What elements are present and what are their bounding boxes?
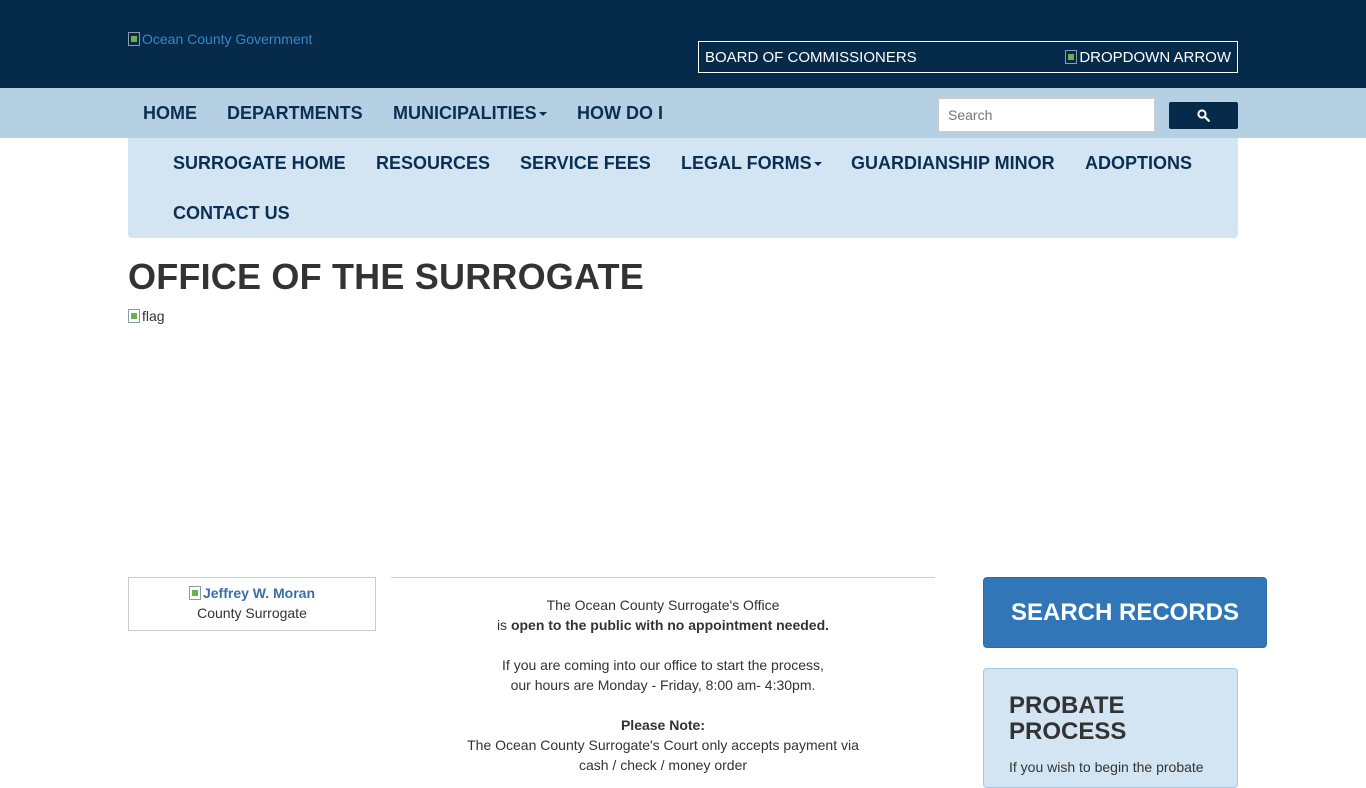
broken-image-icon [188, 586, 201, 600]
info-line: cash / check / money order [578, 757, 748, 773]
subnav-item-legal-forms[interactable]: LEGAL FORMS [681, 138, 822, 188]
nav-item-label: MUNICIPALITIES [393, 103, 537, 123]
nav-item-how-do-i[interactable]: HOW DO I [577, 88, 663, 138]
logo-alt-text: Ocean County Government [142, 31, 313, 47]
subnav-item-label: ADOPTIONS [1085, 153, 1193, 173]
subnav-item-label: CONTACT US [173, 203, 290, 223]
nav-item-label: DEPARTMENTS [227, 103, 363, 123]
search-records-button[interactable]: SEARCH RECORDS [983, 577, 1267, 648]
probate-process-panel: PROBATE PROCESS If you wish to begin the… [983, 668, 1238, 788]
broken-image-icon [128, 32, 140, 46]
probate-title: PROBATE PROCESS [1009, 692, 1127, 745]
probate-text: If you wish to begin the probate [1009, 759, 1204, 775]
info-line-prefix: is [496, 617, 511, 633]
surrogate-photo-link[interactable]: Jeffrey W. Moran [129, 585, 375, 601]
subnav-item-label: LEGAL FORMS [681, 153, 812, 173]
dropdown-arrow-image: DROPDOWN ARROW [1065, 49, 1231, 66]
board-of-commissioners-dropdown[interactable]: BOARD OF COMMISSIONERS DROPDOWN ARROW [698, 41, 1238, 73]
search-button[interactable] [1169, 102, 1238, 129]
info-line: our hours are Monday - Friday, 8:00 am- … [510, 677, 816, 693]
note-label-text: Please Note: [620, 717, 706, 733]
nav-item-label: HOME [143, 103, 197, 123]
main-navigation: HOME DEPARTMENTS MUNICIPALITIES HOW DO I [0, 88, 1366, 138]
office-info-text: The Ocean County Surrogate's Office is o… [391, 595, 935, 775]
subnav-item-service-fees[interactable]: SERVICE FEES [520, 138, 651, 188]
note-label: Please Note: [391, 715, 935, 735]
board-dropdown-label: BOARD OF COMMISSIONERS [705, 48, 917, 66]
county-logo-link[interactable]: Ocean County Government [128, 31, 312, 47]
surrogate-role: County Surrogate [197, 605, 307, 621]
info-line: The Ocean County Surrogate's Court only … [467, 737, 859, 753]
info-line: If you are coming into our office to sta… [502, 657, 824, 673]
subnav-item-surrogate-home[interactable]: SURROGATE HOME [173, 138, 346, 188]
surrogate-sub-navigation: SURROGATE HOME RESOURCES SERVICE FEES LE… [128, 138, 1238, 238]
broken-image-icon [128, 309, 140, 323]
surrogate-name: Jeffrey W. Moran [202, 585, 316, 601]
subnav-item-guardianship-minor[interactable]: GUARDIANSHIP MINOR [851, 138, 1055, 188]
subnav-item-contact-us[interactable]: CONTACT US [173, 188, 290, 238]
info-line-open: is open to the public with no appointmen… [391, 615, 935, 635]
broken-image-icon [1065, 50, 1078, 64]
nav-item-departments[interactable]: DEPARTMENTS [227, 88, 363, 138]
subnav-item-label: RESOURCES [376, 153, 491, 173]
subnav-item-resources[interactable]: RESOURCES [376, 138, 490, 188]
info-line-bold: open to the public with no appointment n… [510, 617, 830, 633]
top-header-bar: Ocean County Government BOARD OF COMMISS… [0, 0, 1366, 88]
nav-item-municipalities[interactable]: MUNICIPALITIES [393, 88, 547, 138]
flag-image: flag [128, 308, 165, 324]
nav-item-home[interactable]: HOME [143, 88, 197, 138]
surrogate-profile-card: Jeffrey W. Moran County Surrogate [128, 577, 376, 631]
content-divider [391, 577, 935, 578]
search-icon [1197, 109, 1210, 122]
caret-down-icon [813, 162, 822, 167]
dropdown-arrow-alt-text: DROPDOWN ARROW [1079, 48, 1231, 66]
subnav-item-label: SURROGATE HOME [173, 153, 346, 173]
subnav-item-label: GUARDIANSHIP MINOR [851, 153, 1055, 173]
nav-item-label: HOW DO I [577, 103, 663, 123]
caret-down-icon [538, 112, 547, 117]
search-input[interactable] [938, 98, 1155, 132]
page-title: OFFICE OF THE SURROGATE [128, 256, 644, 297]
flag-alt-text: flag [142, 308, 165, 324]
subnav-item-adoptions[interactable]: ADOPTIONS [1085, 138, 1192, 188]
info-line: The Ocean County Surrogate's Office [546, 597, 780, 613]
subnav-item-label: SERVICE FEES [520, 153, 651, 173]
